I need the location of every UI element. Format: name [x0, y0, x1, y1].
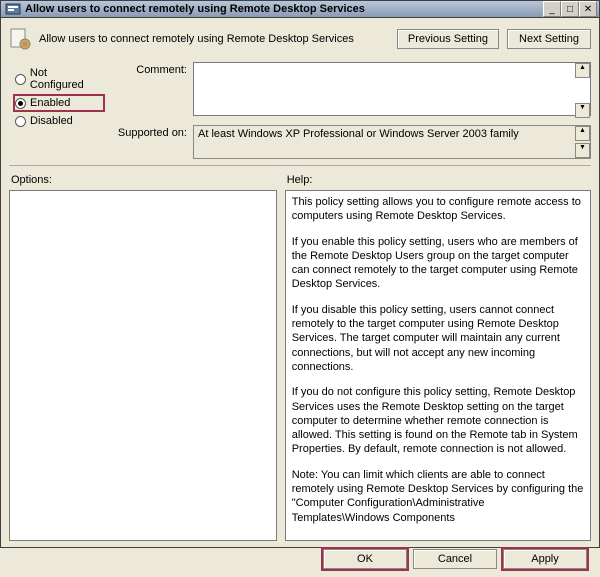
maximize-button[interactable]: □: [561, 1, 579, 17]
previous-setting-button[interactable]: Previous Setting: [397, 29, 499, 49]
comment-scroll-down[interactable]: ▼: [575, 103, 590, 118]
supported-scroll-down[interactable]: ▼: [575, 143, 590, 158]
radio-icon: [15, 74, 26, 85]
ok-button[interactable]: OK: [323, 549, 407, 569]
help-panel[interactable]: This policy setting allows you to config…: [285, 190, 591, 541]
content-area: Allow users to connect remotely using Re…: [1, 18, 599, 577]
comment-label: Comment:: [111, 62, 187, 119]
config-row: Not Configured Enabled Disabled Comment:: [9, 54, 591, 161]
state-radios: Not Configured Enabled Disabled: [13, 62, 105, 159]
radio-label: Enabled: [30, 97, 70, 109]
supported-on-box: At least Windows XP Professional or Wind…: [193, 125, 591, 159]
help-paragraph: If you do not configure this policy sett…: [292, 385, 584, 456]
radio-enabled[interactable]: Enabled: [13, 94, 105, 112]
supported-label: Supported on:: [111, 125, 187, 159]
radio-icon: [15, 116, 26, 127]
policy-icon: [5, 1, 21, 17]
radio-label: Disabled: [30, 115, 73, 127]
radio-disabled[interactable]: Disabled: [13, 112, 105, 130]
help-paragraph: Note: You can limit which clients are ab…: [292, 468, 584, 525]
supported-row: Supported on: At least Windows XP Profes…: [111, 125, 591, 159]
cancel-button[interactable]: Cancel: [413, 549, 497, 569]
help-paragraph: If you enable this policy setting, users…: [292, 235, 584, 292]
help-label: Help:: [285, 174, 591, 190]
lower-panels: Options: Help: This policy setting allow…: [9, 174, 591, 541]
radio-icon: [15, 98, 26, 109]
dialog-window: Allow users to connect remotely using Re…: [0, 0, 600, 548]
comment-scroll-up[interactable]: ▲: [575, 63, 590, 78]
radio-not-configured[interactable]: Not Configured: [13, 64, 105, 94]
options-label: Options:: [9, 174, 277, 190]
minimize-button[interactable]: _: [543, 1, 561, 17]
policy-title: Allow users to connect remotely using Re…: [39, 33, 389, 45]
window-title: Allow users to connect remotely using Re…: [25, 3, 543, 15]
next-setting-button[interactable]: Next Setting: [507, 29, 591, 49]
footer-buttons: OK Cancel Apply: [9, 541, 591, 571]
comment-input[interactable]: [193, 62, 591, 116]
close-button[interactable]: ✕: [579, 1, 597, 17]
apply-button[interactable]: Apply: [503, 549, 587, 569]
supported-value: At least Windows XP Professional or Wind…: [198, 128, 519, 140]
radio-label: Not Configured: [30, 67, 103, 91]
help-paragraph: If you disable this policy setting, user…: [292, 303, 584, 374]
header-row: Allow users to connect remotely using Re…: [9, 24, 591, 54]
options-panel[interactable]: [9, 190, 277, 541]
window-controls: _ □ ✕: [543, 1, 597, 17]
comment-row: Comment: ▲ ▼: [111, 62, 591, 119]
help-column: Help: This policy setting allows you to …: [285, 174, 591, 541]
titlebar[interactable]: Allow users to connect remotely using Re…: [1, 1, 599, 18]
options-column: Options:: [9, 174, 277, 541]
policy-doc-icon: [9, 28, 31, 50]
separator: [9, 165, 591, 166]
supported-scroll-up[interactable]: ▲: [575, 126, 590, 141]
fields: Comment: ▲ ▼ Supported on:: [111, 62, 591, 159]
help-paragraph: This policy setting allows you to config…: [292, 195, 584, 224]
